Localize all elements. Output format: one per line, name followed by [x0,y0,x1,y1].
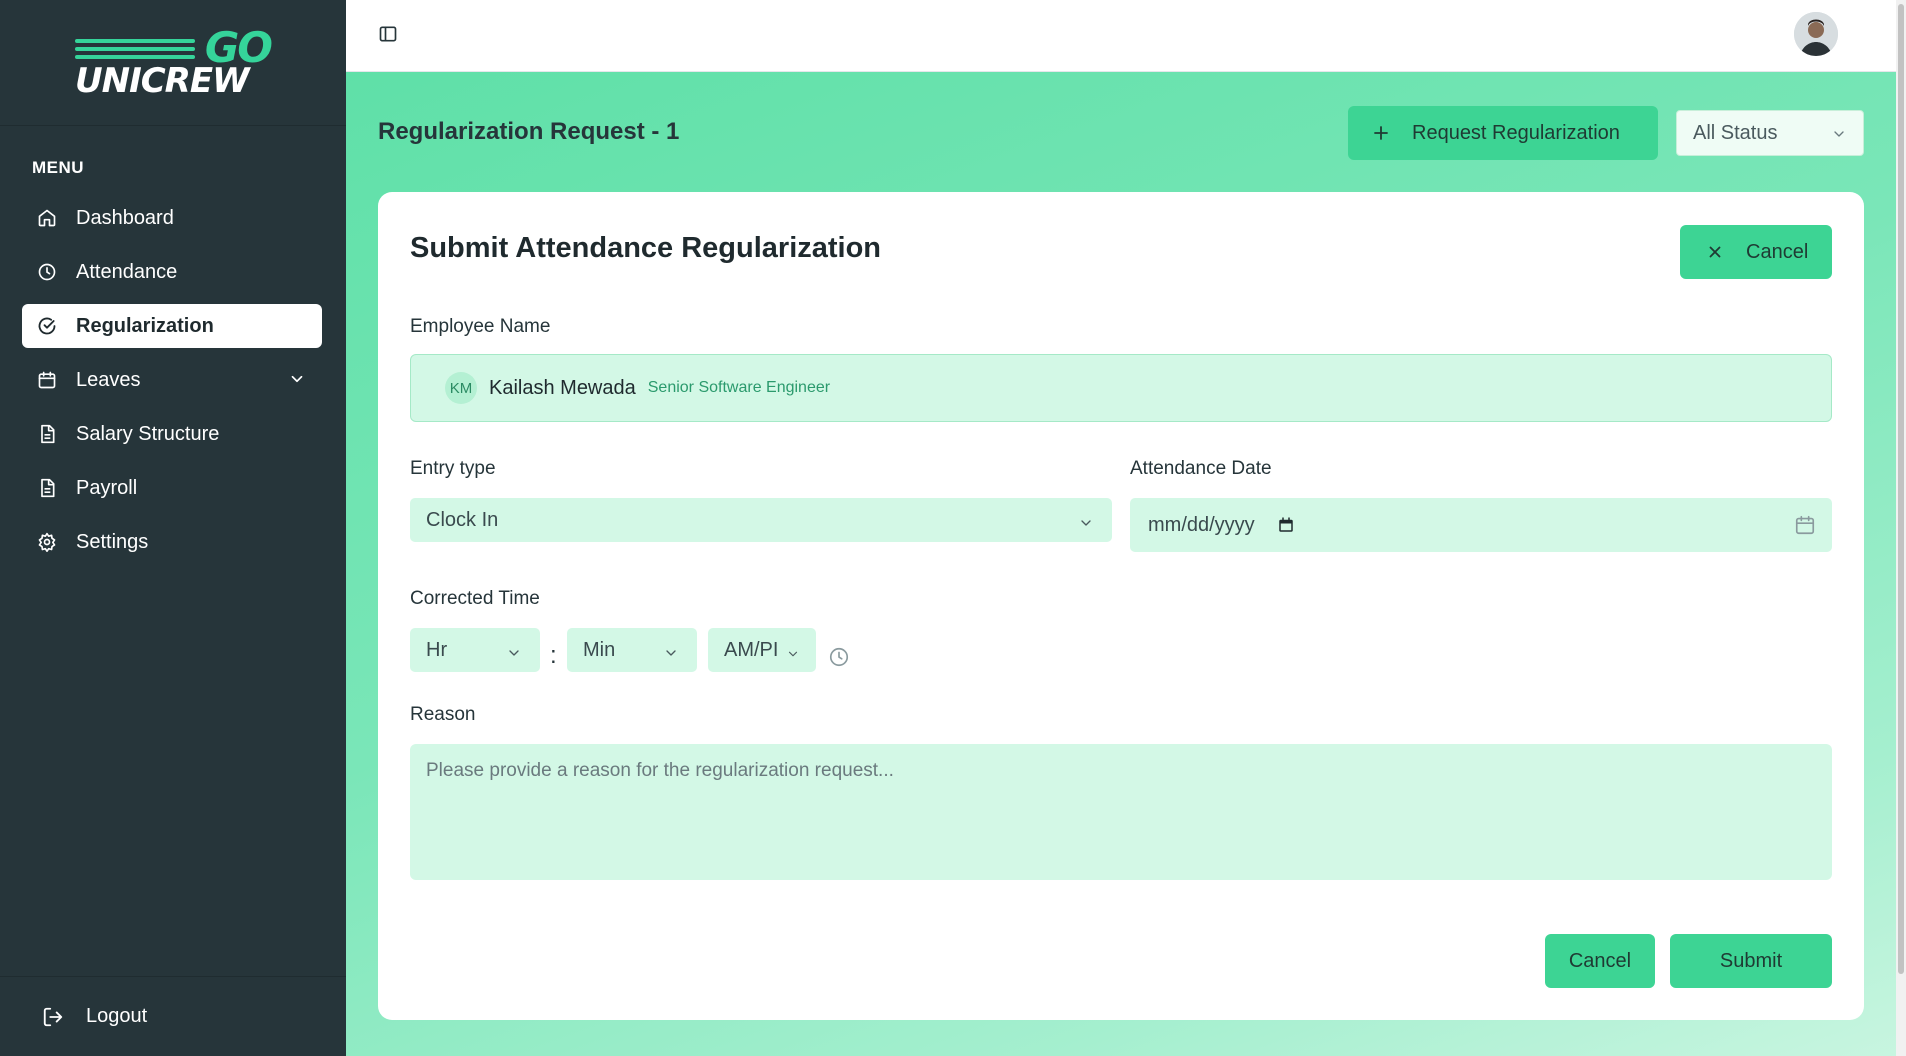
attendance-date-input[interactable]: mm/dd/yyyy [1130,498,1832,552]
time-separator: : [550,642,557,669]
sidebar-item-label: Payroll [76,476,138,499]
chevron-down-icon [1078,514,1094,537]
document-icon [36,477,58,499]
reason-placeholder: Please provide a reason for the regulari… [426,760,894,781]
avatar[interactable] [1794,12,1838,56]
employee-role: Senior Software Engineer [647,379,831,396]
request-regularization-label: Request Regularization [1412,121,1620,144]
entry-type-label: Entry type [410,458,496,479]
calendar-icon [1794,514,1816,542]
attendance-date-placeholder: mm/dd/yyyy [1148,513,1255,536]
page-scrollbar[interactable] [1896,0,1906,1056]
sidebar-item-label: Attendance [76,260,178,283]
chevron-down-icon[interactable] [288,370,306,394]
sidebar-item-leaves[interactable]: Leaves [22,358,322,402]
logout-button[interactable]: Logout [0,976,346,1056]
cancel-button-label: Cancel [1568,949,1632,972]
sidebar-item-salary-structure[interactable]: Salary Structure [22,412,322,456]
entry-type-value: Clock In [426,508,499,531]
cancel-form-button[interactable]: Cancel [1680,225,1832,279]
reason-textarea[interactable]: Please provide a reason for the regulari… [410,744,1832,880]
ampm-value: AM/PI [724,638,779,661]
gear-icon [36,531,58,553]
calendar-icon [36,369,58,391]
clock-icon [36,261,58,283]
request-regularization-button[interactable]: Request Regularization [1348,106,1658,160]
minute-value: Min [583,638,616,661]
status-filter-select[interactable]: All Status [1676,110,1864,156]
cancel-button[interactable]: Cancel [1545,934,1655,988]
logo-speed-lines [75,38,195,63]
form-title: Submit Attendance Regularization [410,232,882,264]
entry-type-select[interactable]: Clock In [410,498,1112,542]
clock-icon [828,646,850,673]
page-title: Regularization Request - 1 [378,118,680,145]
hour-select[interactable]: Hr [410,628,540,672]
employee-name: Kailash Mewada [489,376,636,399]
sidebar-item-label: Leaves [76,368,141,391]
check-circle-icon [36,315,58,337]
sidebar: GO UNICREW MENU Dashboard Attendance Reg… [0,0,346,1056]
home-icon [36,207,58,229]
document-icon [36,423,58,445]
logout-icon [42,1006,64,1028]
attendance-date-label: Attendance Date [1130,458,1272,479]
main-content: Regularization Request - 1 Request Regul… [346,72,1906,1056]
panel-left-icon [378,24,398,49]
sidebar-item-label: Salary Structure [76,422,220,445]
close-icon [1706,243,1724,261]
employee-name-label: Employee Name [410,316,551,337]
regularization-form-card: Submit Attendance Regularization Cancel … [378,192,1864,1020]
cancel-form-label: Cancel [1746,240,1809,263]
status-filter-value: All Status [1693,121,1778,144]
logout-label: Logout [86,1005,148,1027]
ampm-select[interactable]: AM/PI [708,628,816,672]
employee-initials-badge: KM [445,372,477,404]
sidebar-item-dashboard[interactable]: Dashboard [22,196,322,240]
sidebar-item-attendance[interactable]: Attendance [22,250,322,294]
submit-button-label: Submit [1719,949,1783,972]
logo[interactable]: GO UNICREW [0,0,346,126]
logo-unicrew-text: UNICREW [75,60,250,101]
plus-icon [1372,124,1390,142]
reason-label: Reason [410,704,476,725]
sidebar-item-label: Settings [76,530,149,553]
scrollbar-thumb[interactable] [1898,4,1904,974]
minute-select[interactable]: Min [567,628,697,672]
sidebar-item-label: Regularization [76,314,214,337]
calendar-picker-icon[interactable] [1277,516,1295,534]
sidebar-nav: Dashboard Attendance Regularization Leav… [22,196,322,574]
top-bar [346,0,1906,72]
sidebar-item-label: Dashboard [76,206,174,229]
chevron-down-icon [1831,125,1847,148]
menu-section-label: MENU [32,158,85,177]
sidebar-toggle-button[interactable] [376,24,400,48]
employee-name-field: KM Kailash Mewada Senior Software Engine… [410,354,1832,422]
corrected-time-label: Corrected Time [410,588,540,609]
chevron-down-icon [506,644,522,667]
sidebar-item-payroll[interactable]: Payroll [22,466,322,510]
chevron-down-icon [786,644,800,667]
sidebar-item-settings[interactable]: Settings [22,520,322,564]
hour-value: Hr [426,638,448,661]
submit-button[interactable]: Submit [1670,934,1832,988]
chevron-down-icon [663,644,679,667]
sidebar-item-regularization[interactable]: Regularization [22,304,322,348]
